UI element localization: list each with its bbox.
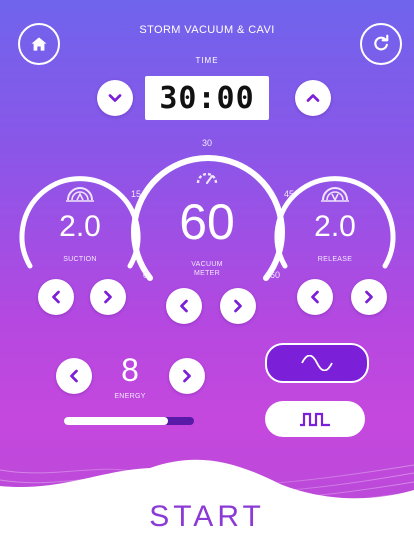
vacuum-label-line2: METER [194, 270, 220, 277]
square-wave-button[interactable] [265, 401, 365, 437]
chevron-right-icon [104, 290, 112, 304]
vacuum-value: 60 [179, 194, 235, 250]
vacuum-decrease-button[interactable] [166, 288, 202, 324]
chevron-left-icon [70, 369, 78, 383]
sine-wave-icon [301, 355, 333, 371]
energy-value: 8 [121, 352, 139, 388]
energy-slider[interactable] [64, 417, 194, 425]
suction-value: 2.0 [59, 210, 101, 243]
chevron-right-icon [234, 299, 242, 313]
gauge-tick-q3: 45 [284, 189, 295, 199]
gauge-tick-mid: 30 [202, 138, 213, 148]
energy-slider-fill [64, 417, 168, 425]
square-wave-icon [300, 412, 330, 427]
start-button[interactable]: START [0, 500, 414, 534]
energy-increase-button[interactable] [169, 358, 205, 394]
suction-cup-icon [66, 187, 94, 202]
gauge-tick-q1: 15 [131, 189, 142, 199]
energy-decrease-button[interactable] [56, 358, 92, 394]
suction-increase-button[interactable] [90, 279, 126, 315]
gauge-tick-min: 0 [143, 270, 149, 280]
release-label: RELEASE [317, 256, 353, 263]
gauge-tick-max: 60 [270, 270, 281, 280]
suction-label: SUCTION [63, 256, 97, 263]
release-increase-button[interactable] [351, 279, 387, 315]
app-screen: STORM VACUUM & CAVI TIME 30:00 2.0 SUCTI… [0, 0, 414, 540]
release-decrease-button[interactable] [297, 279, 333, 315]
chevron-left-icon [180, 299, 188, 313]
suction-decrease-button[interactable] [38, 279, 74, 315]
energy-label: ENERGY [114, 393, 146, 400]
release-value: 2.0 [314, 210, 356, 243]
chevron-right-icon [183, 369, 191, 383]
chevron-right-icon [365, 290, 373, 304]
speedometer-icon [196, 172, 218, 184]
vacuum-increase-button[interactable] [220, 288, 256, 324]
sine-wave-button[interactable] [265, 343, 369, 383]
release-cup-icon [321, 187, 349, 202]
chevron-left-icon [311, 290, 319, 304]
vacuum-label-line1: VACUUM [191, 261, 223, 268]
chevron-left-icon [52, 290, 60, 304]
